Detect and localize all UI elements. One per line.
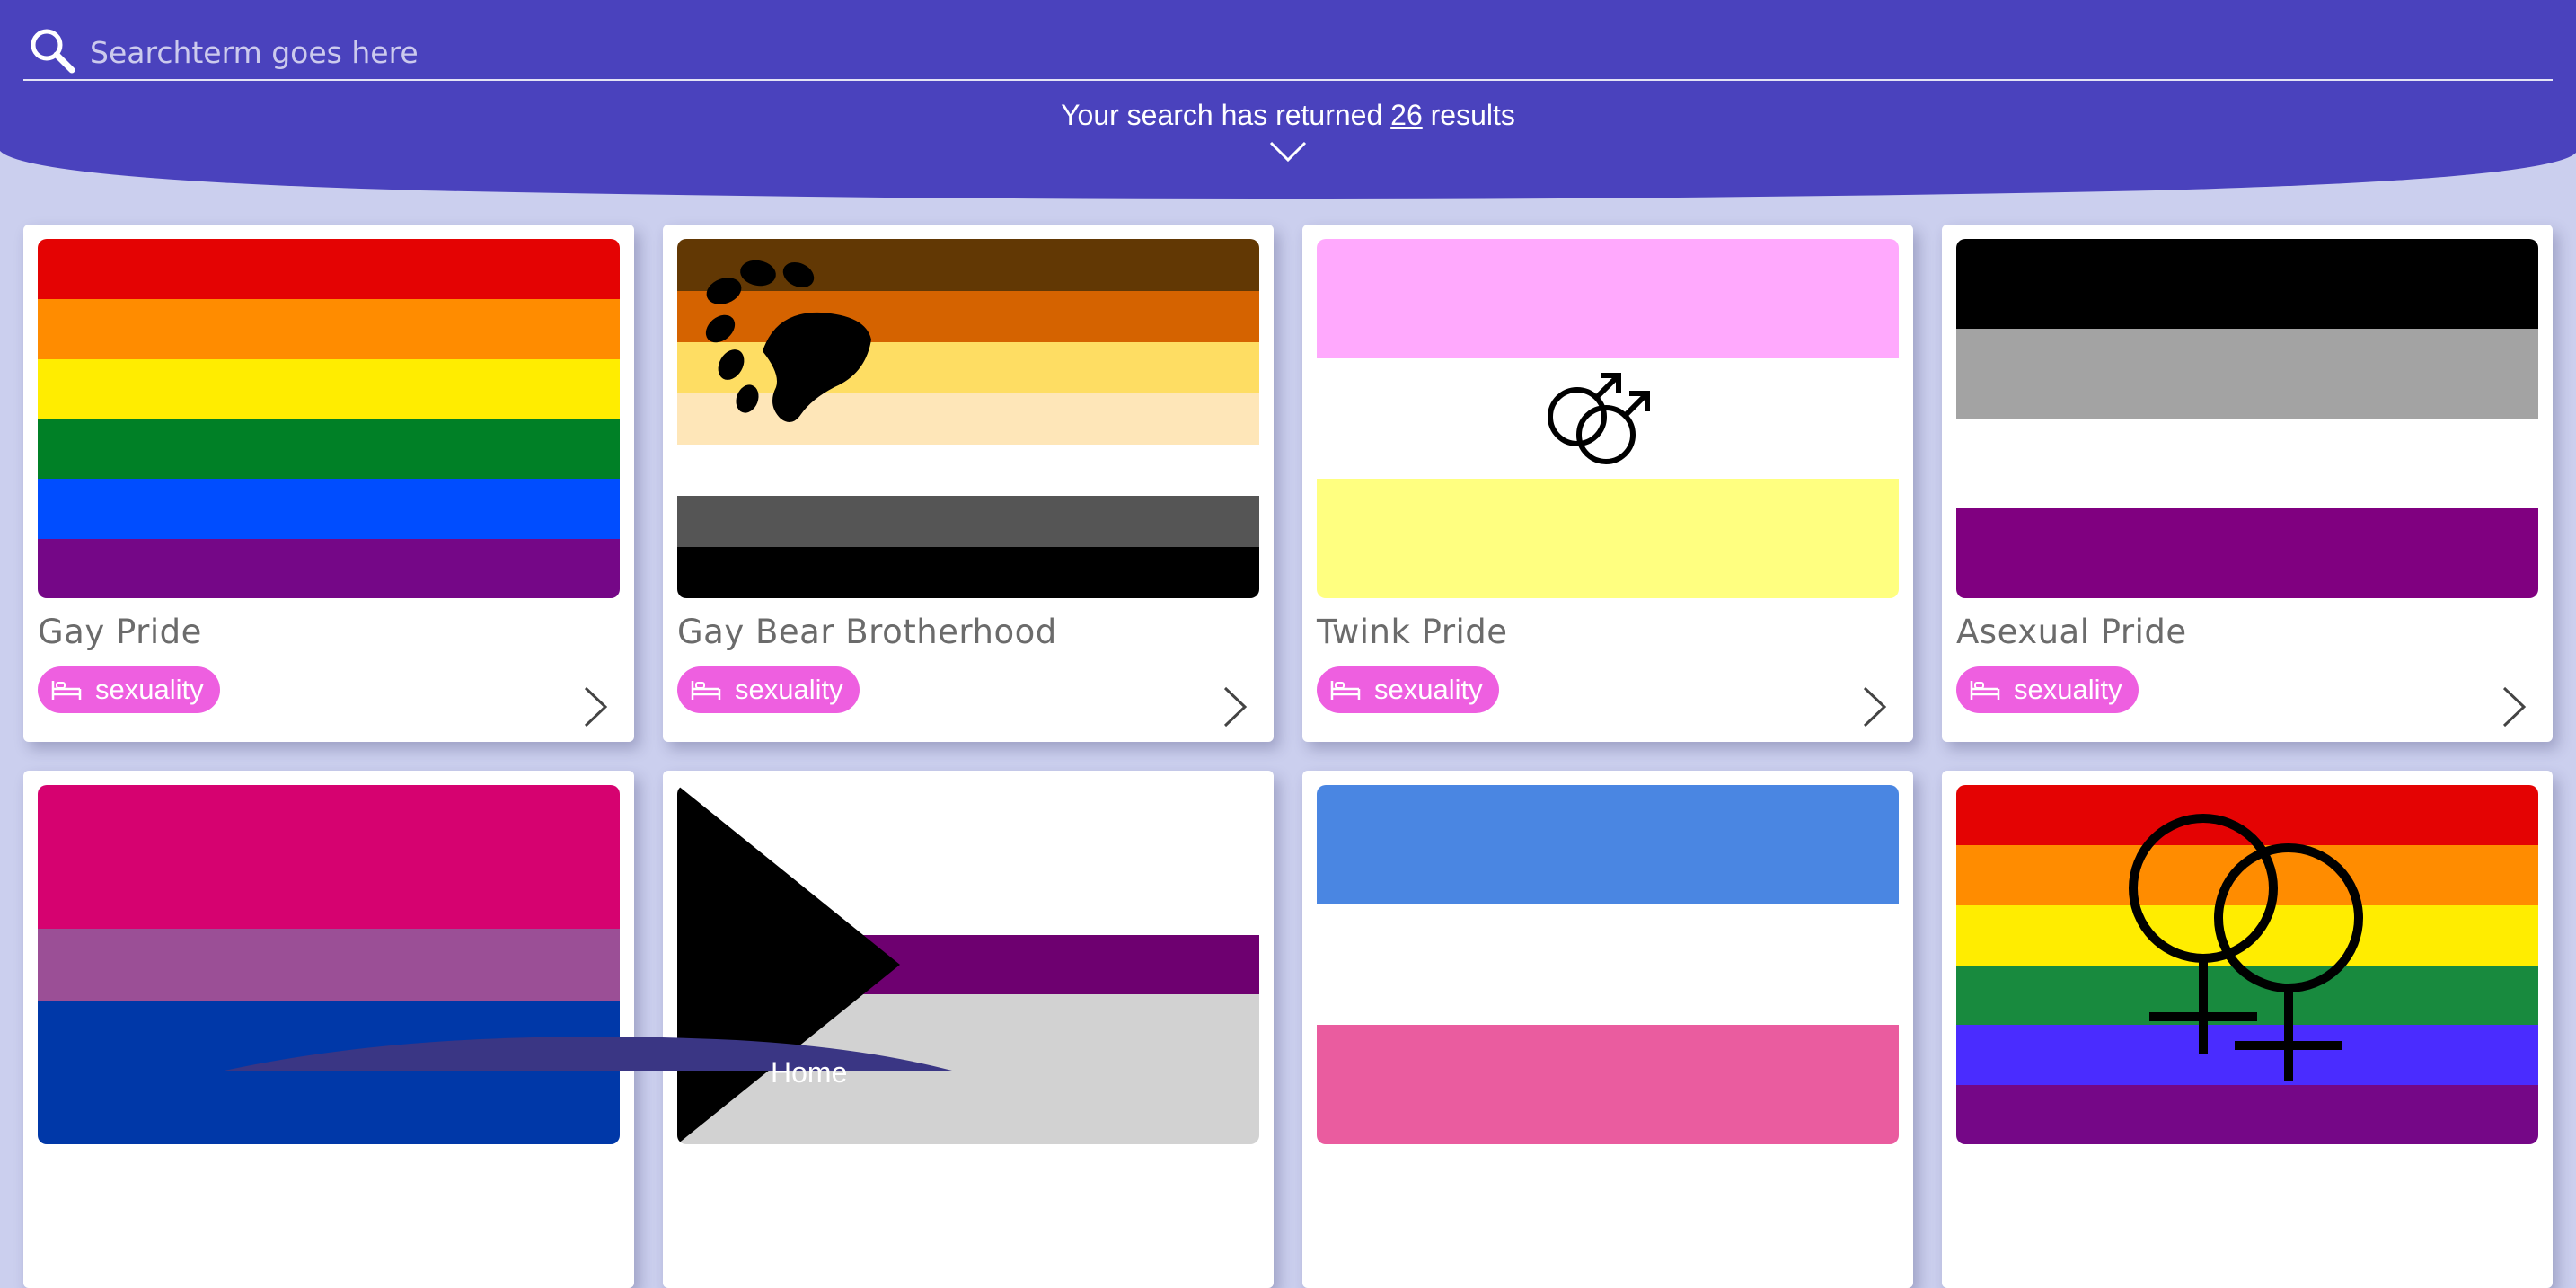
chevron-right-icon[interactable]	[2501, 684, 2527, 729]
flag-image	[1956, 239, 2538, 598]
chevron-right-icon[interactable]	[582, 684, 609, 729]
card-title: Asexual Pride	[1956, 613, 2187, 651]
results-count[interactable]: 26	[1390, 99, 1423, 131]
results-prefix: Your search has returned	[1061, 99, 1383, 131]
flag-card[interactable]: Gay Pride sexuality	[23, 225, 634, 742]
flag-card[interactable]	[23, 771, 634, 1288]
bed-icon	[51, 681, 82, 700]
chevron-down-icon[interactable]	[1268, 140, 1308, 163]
category-tag[interactable]: sexuality	[1956, 666, 2139, 713]
menu-item-home[interactable]: Home	[771, 1056, 847, 1090]
search-icon[interactable]	[29, 27, 75, 74]
flag-image	[677, 239, 1259, 598]
search-input[interactable]	[88, 31, 2517, 74]
category-tag[interactable]: sexuality	[38, 666, 220, 713]
category-tag[interactable]: sexuality	[677, 666, 860, 713]
bed-icon	[691, 681, 721, 700]
category-tag[interactable]: sexuality	[1317, 666, 1499, 713]
card-title: Gay Bear Brotherhood	[677, 613, 1057, 651]
flag-card[interactable]	[1302, 771, 1913, 1288]
flag-image	[1317, 239, 1899, 598]
flag-card[interactable]: Asexual Pride sexuality	[1942, 225, 2553, 742]
flag-card[interactable]: Gay Bear Brotherhood sexuality	[663, 225, 1274, 742]
chevron-right-icon[interactable]	[1861, 684, 1888, 729]
flag-image	[677, 785, 1259, 1144]
bed-icon	[1330, 681, 1361, 700]
chevron-right-icon[interactable]	[1222, 684, 1248, 729]
flag-image	[1317, 785, 1899, 1144]
bed-icon	[1970, 681, 2000, 700]
flag-card[interactable]	[1942, 771, 2553, 1288]
tag-label: sexuality	[1374, 674, 1483, 705]
flag-image	[38, 785, 620, 1144]
flag-image	[1956, 785, 2538, 1144]
tag-label: sexuality	[2014, 674, 2122, 705]
flag-card[interactable]	[663, 771, 1274, 1288]
results-summary: Your search has returned 26 results	[0, 99, 2576, 132]
tag-label: sexuality	[95, 674, 204, 705]
flag-image	[38, 239, 620, 598]
card-title: Twink Pride	[1317, 613, 1508, 651]
tag-label: sexuality	[735, 674, 843, 705]
flag-card[interactable]: Twink Pride sexuality	[1302, 225, 1913, 742]
search-header: Your search has returned 26 results	[0, 0, 2576, 207]
card-title: Gay Pride	[38, 613, 202, 651]
results-suffix: results	[1430, 99, 1515, 131]
bottom-menu	[0, 1033, 1078, 1071]
search-bar	[23, 27, 2553, 81]
